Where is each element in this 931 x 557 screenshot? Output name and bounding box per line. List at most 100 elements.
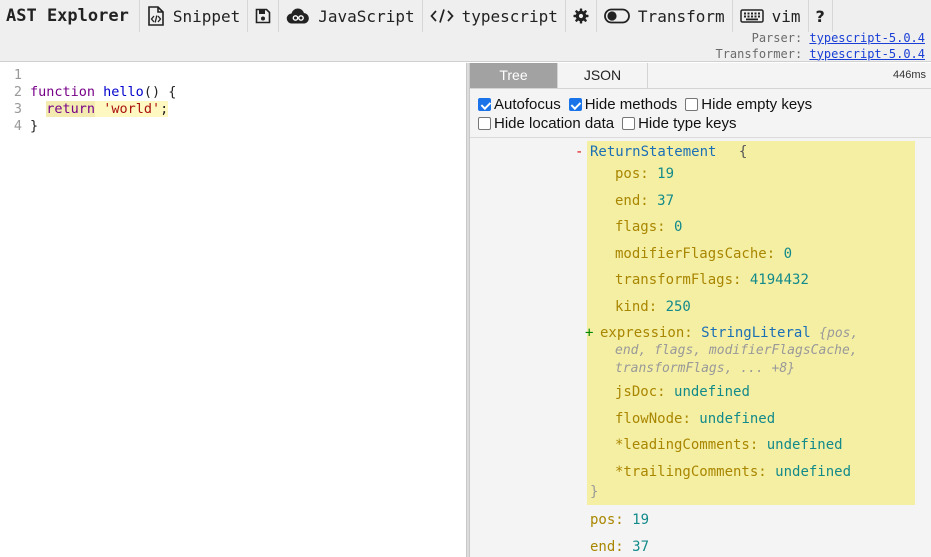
node-prop[interactable]: kind: 250: [615, 298, 691, 316]
hide-empty-keys-option[interactable]: Hide empty keys: [685, 95, 812, 114]
prop-value: 37: [657, 192, 675, 209]
colon: :: [640, 166, 658, 182]
hide-empty-keys-checkbox[interactable]: [685, 98, 699, 111]
node-type[interactable]: ReturnStatement: [590, 144, 716, 160]
expression-prop[interactable]: + expression: StringLiteral {pos,: [585, 324, 858, 343]
prop-key: flags: [615, 219, 658, 235]
code-text: function hello() {: [24, 84, 176, 101]
node-prop[interactable]: *trailingComments: undefined: [615, 463, 851, 481]
parent-prop[interactable]: pos: 19: [590, 511, 649, 529]
node-prop[interactable]: pos: 19: [615, 165, 674, 183]
hide-location-data-option[interactable]: Hide location data: [478, 114, 614, 133]
save-icon: [255, 8, 271, 24]
hide-empty-keys-label: Hide empty keys: [701, 96, 813, 113]
hide-methods-label: Hide methods: [584, 96, 678, 113]
code-token: function: [30, 84, 96, 100]
expression-summary-3: transformFlags, ... +8}: [615, 361, 796, 376]
menu-bar: AST Explorer Snippet JavaScript typescri…: [0, 0, 833, 32]
code-editor[interactable]: 1 2 function hello() {3 return 'world'; 4}: [0, 63, 466, 557]
gear-icon: [573, 8, 589, 24]
hide-type-keys-option[interactable]: Hide type keys: [622, 114, 736, 133]
autofocus-option[interactable]: Autofocus: [478, 95, 561, 114]
hide-type-keys-checkbox[interactable]: [622, 117, 636, 130]
colon: :: [733, 272, 750, 288]
parser-label: typescript: [461, 6, 558, 26]
prop-key: flowNode: [615, 410, 683, 427]
hide-methods-checkbox[interactable]: [568, 98, 582, 111]
code-token: ;: [160, 101, 169, 117]
expression-type[interactable]: StringLiteral: [701, 325, 811, 341]
expand-toggle[interactable]: +: [585, 324, 593, 342]
toolbar: AST Explorer Snippet JavaScript typescri…: [0, 0, 931, 62]
prop-key: kind: [615, 298, 649, 315]
colon: :: [684, 325, 702, 341]
code-line[interactable]: 4}: [0, 118, 466, 135]
cloud-icon: [286, 8, 310, 24]
node-prop[interactable]: jsDoc: undefined: [615, 383, 750, 401]
transform-label: Transform: [637, 6, 725, 26]
prop-key: end: [590, 538, 616, 555]
tab-tree[interactable]: Tree: [470, 63, 558, 88]
line-number: 1: [13, 67, 22, 83]
node-prop[interactable]: flags: 0: [615, 218, 682, 236]
hide-type-keys-label: Hide type keys: [638, 115, 737, 132]
prop-value: 19: [657, 166, 675, 182]
hide-location-data-checkbox[interactable]: [478, 117, 491, 130]
toggle-icon: [604, 8, 630, 24]
parser-settings-button[interactable]: [566, 0, 597, 32]
node-prop[interactable]: modifierFlagsCache: 0: [615, 245, 792, 263]
colon: :: [615, 538, 633, 555]
parent-prop[interactable]: end: 37: [590, 538, 649, 556]
app-title: AST Explorer: [0, 0, 140, 32]
snippet-label: Snippet: [172, 6, 241, 26]
parse-time: 446ms: [892, 69, 926, 81]
node-prop[interactable]: transformFlags: 4194432: [615, 271, 809, 289]
expression-summary-2: end, flags, modifierFlagsCache,: [615, 343, 858, 358]
node-prop[interactable]: flowNode: undefined: [615, 410, 775, 428]
transformer-link[interactable]: typescript-5.0.4: [809, 47, 925, 61]
transform-button[interactable]: Transform: [597, 0, 733, 32]
prop-value: undefined: [766, 437, 843, 453]
keymap-label: vim: [771, 6, 801, 26]
hide-methods-option[interactable]: Hide methods: [568, 95, 678, 114]
prop-key: end: [615, 192, 641, 209]
colon: :: [657, 384, 675, 400]
output-tabs: Tree JSON 446ms: [470, 63, 931, 89]
code-token: return: [46, 101, 96, 117]
tree-options: Autofocus Hide methods Hide empty keys H…: [470, 89, 931, 138]
code-line[interactable]: 1: [0, 67, 466, 84]
autofocus-label: Autofocus: [494, 96, 561, 113]
parser-prefix: Parser:: [751, 31, 803, 45]
parser-link[interactable]: typescript-5.0.4: [809, 31, 925, 45]
prop-value: 0: [783, 245, 793, 262]
save-button[interactable]: [248, 0, 280, 32]
prop-key: transformFlags: [615, 272, 734, 288]
autofocus-checkbox[interactable]: [478, 98, 491, 111]
prop-value: undefined: [699, 410, 776, 427]
code-token: () {: [143, 84, 177, 100]
snippet-button[interactable]: Snippet: [140, 0, 249, 32]
language-label: JavaScript: [318, 6, 415, 26]
prop-key: pos: [615, 166, 641, 182]
parser-button[interactable]: typescript: [423, 0, 566, 32]
colon: :: [766, 245, 784, 262]
return-statement-node[interactable]: - ReturnStatement {: [575, 143, 747, 161]
code-line[interactable]: 2 function hello() {: [0, 84, 466, 101]
prop-value: undefined: [775, 463, 852, 480]
keymap-button[interactable]: vim: [733, 0, 809, 32]
node-prop[interactable]: *leadingComments: undefined: [615, 436, 843, 454]
code-line[interactable]: 3 return 'world';: [0, 101, 466, 118]
colon: :: [648, 298, 666, 315]
help-button[interactable]: ?: [809, 0, 833, 32]
tab-json[interactable]: JSON: [558, 63, 648, 88]
colon: :: [657, 219, 675, 235]
code-token: }: [30, 118, 39, 134]
node-prop[interactable]: end: 37: [615, 192, 674, 210]
line-number: 2: [13, 84, 22, 100]
language-button[interactable]: JavaScript: [279, 0, 423, 32]
parser-info: Parser: typescript-5.0.4 Transformer: ty…: [715, 31, 925, 62]
collapse-toggle[interactable]: -: [575, 143, 583, 161]
prop-value: 4194432: [749, 272, 809, 288]
